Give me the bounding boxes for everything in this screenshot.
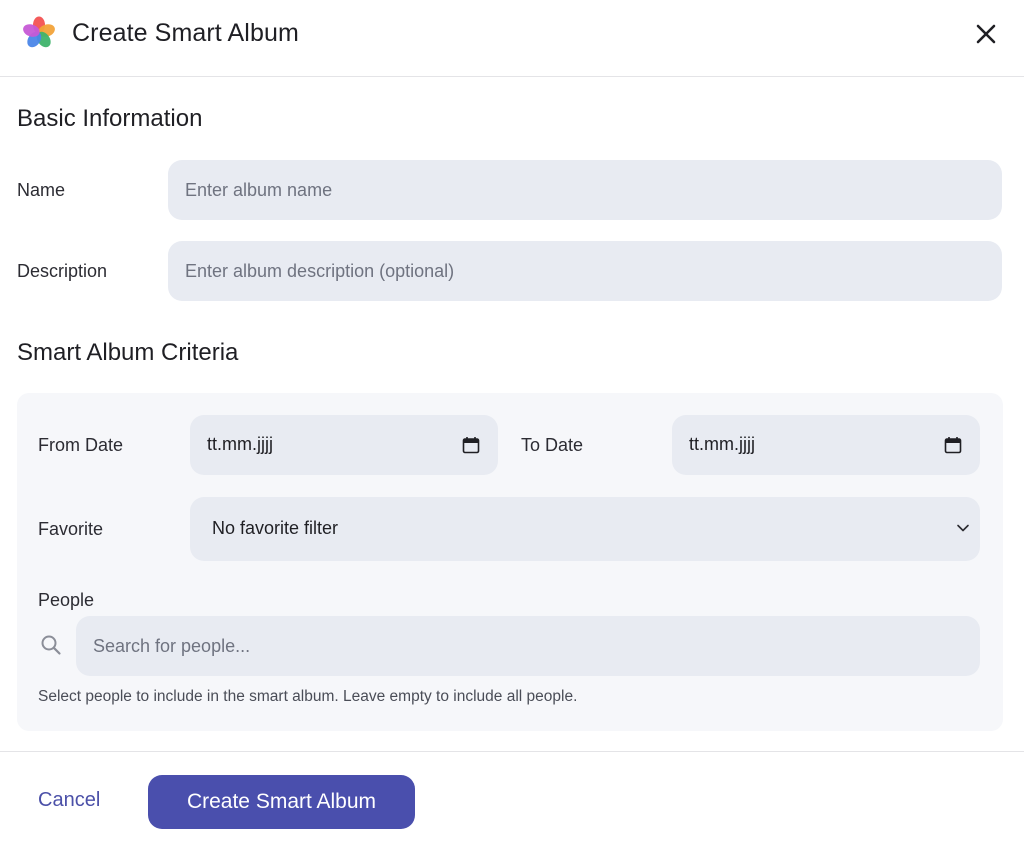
description-label: Description [17, 261, 108, 281]
dialog-title: Create Smart Album [72, 19, 299, 47]
basic-information-heading: Basic Information [17, 105, 203, 132]
chevron-down-icon [957, 524, 969, 532]
to-date-input[interactable]: tt.mm.jjjj [672, 415, 980, 475]
favorite-selected-value: No favorite filter [212, 518, 339, 538]
search-icon [41, 635, 61, 655]
calendar-icon[interactable] [462, 436, 480, 454]
footer-divider [0, 751, 1024, 752]
close-icon[interactable] [972, 20, 1000, 48]
album-description-input[interactable] [168, 241, 1002, 301]
cancel-button[interactable]: Cancel [38, 789, 100, 812]
create-smart-album-button[interactable]: Create Smart Album [148, 775, 415, 829]
calendar-icon[interactable] [944, 436, 962, 454]
dialog-header: Create Smart Album [0, 0, 1024, 77]
favorite-label: Favorite [38, 519, 104, 539]
to-date-value: tt.mm.jjjj [689, 434, 755, 454]
from-date-value: tt.mm.jjjj [207, 434, 273, 454]
smart-album-criteria-heading: Smart Album Criteria [17, 339, 239, 366]
to-date-label: To Date [521, 435, 584, 455]
people-label: People [38, 590, 95, 610]
from-date-input[interactable]: tt.mm.jjjj [190, 415, 498, 475]
from-date-label: From Date [38, 435, 124, 455]
people-hint-text: Select people to include in the smart al… [38, 688, 578, 705]
album-name-input[interactable] [168, 160, 1002, 220]
name-label: Name [17, 180, 66, 200]
photo-app-logo-icon [23, 16, 55, 48]
people-search-input[interactable] [76, 616, 980, 676]
favorite-select[interactable]: No favorite filter [190, 497, 980, 561]
